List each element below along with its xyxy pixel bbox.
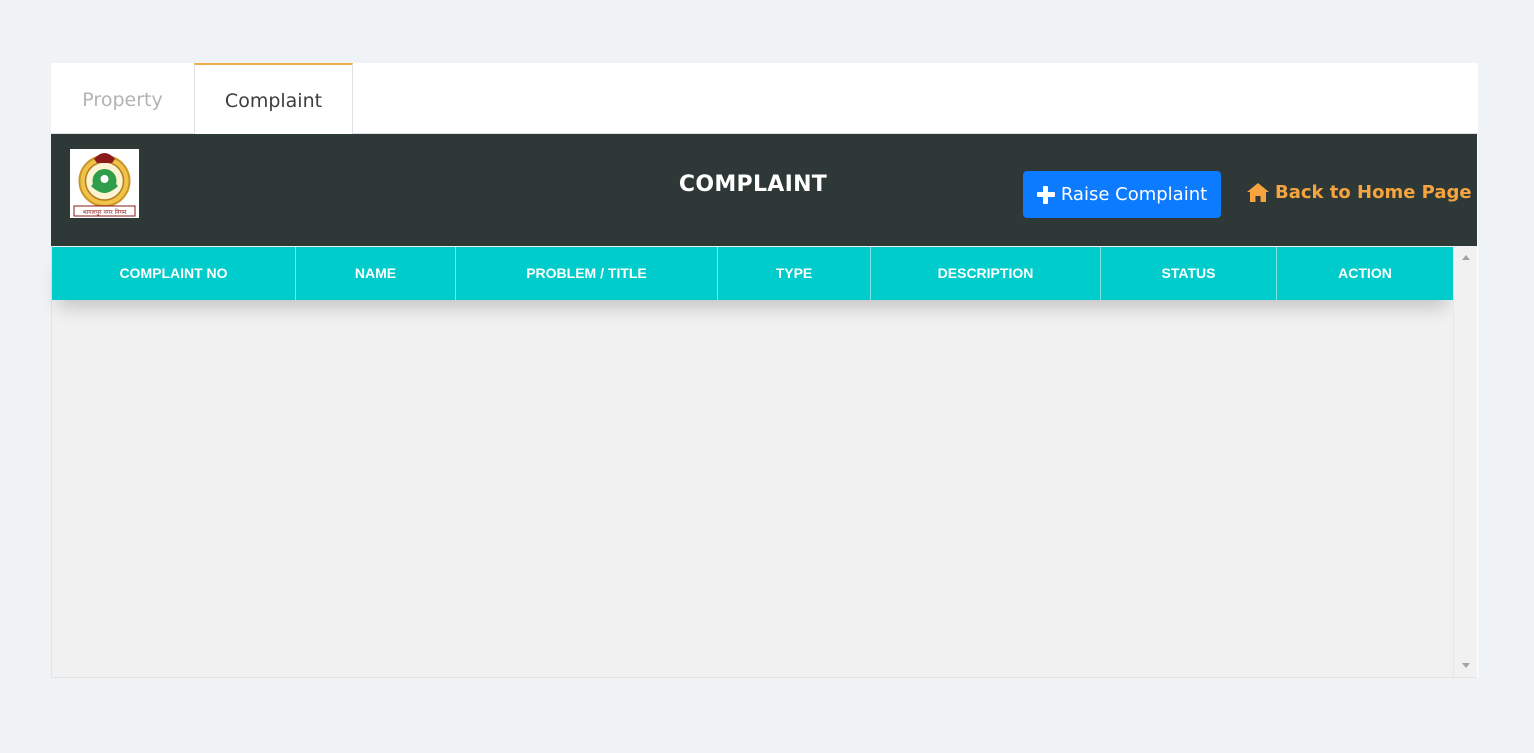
raise-complaint-button[interactable]: Raise Complaint	[1023, 171, 1221, 218]
column-header-problem-title[interactable]: PROBLEM / TITLE	[456, 247, 718, 300]
table-header-row: COMPLAINT NO NAME PROBLEM / TITLE TYPE D…	[52, 247, 1453, 300]
raise-complaint-label: Raise Complaint	[1060, 184, 1208, 205]
column-header-complaint-no[interactable]: COMPLAINT NO	[52, 247, 296, 300]
home-icon	[1247, 183, 1269, 202]
back-to-home-link[interactable]: Back to Home Page	[1247, 182, 1472, 203]
page-title: COMPLAINT	[678, 172, 828, 197]
column-header-name[interactable]: NAME	[296, 247, 456, 300]
complaint-header: भागलपुर नगर निगम COMPLAINT Raise Complai…	[51, 134, 1477, 246]
column-header-type[interactable]: TYPE	[718, 247, 871, 300]
column-header-status[interactable]: STATUS	[1101, 247, 1277, 300]
tab-complaint[interactable]: Complaint	[194, 63, 353, 134]
column-header-action[interactable]: ACTION	[1277, 247, 1453, 300]
tab-bar: Property Complaint	[51, 63, 1478, 134]
column-header-description[interactable]: DESCRIPTION	[871, 247, 1101, 300]
scroll-down-arrow-icon[interactable]	[1462, 663, 1470, 668]
complaint-card: Property Complaint भागलपुर नगर निगम COMP…	[51, 63, 1478, 678]
plus-icon	[1036, 185, 1055, 204]
scroll-up-arrow-icon[interactable]	[1462, 255, 1470, 260]
complaint-table: COMPLAINT NO NAME PROBLEM / TITLE TYPE D…	[51, 246, 1477, 678]
table-scrollbar[interactable]	[1453, 246, 1477, 677]
svg-text:भागलपुर नगर निगम: भागलपुर नगर निगम	[83, 208, 127, 216]
back-to-home-label: Back to Home Page	[1275, 182, 1472, 203]
tab-property[interactable]: Property	[51, 63, 194, 133]
